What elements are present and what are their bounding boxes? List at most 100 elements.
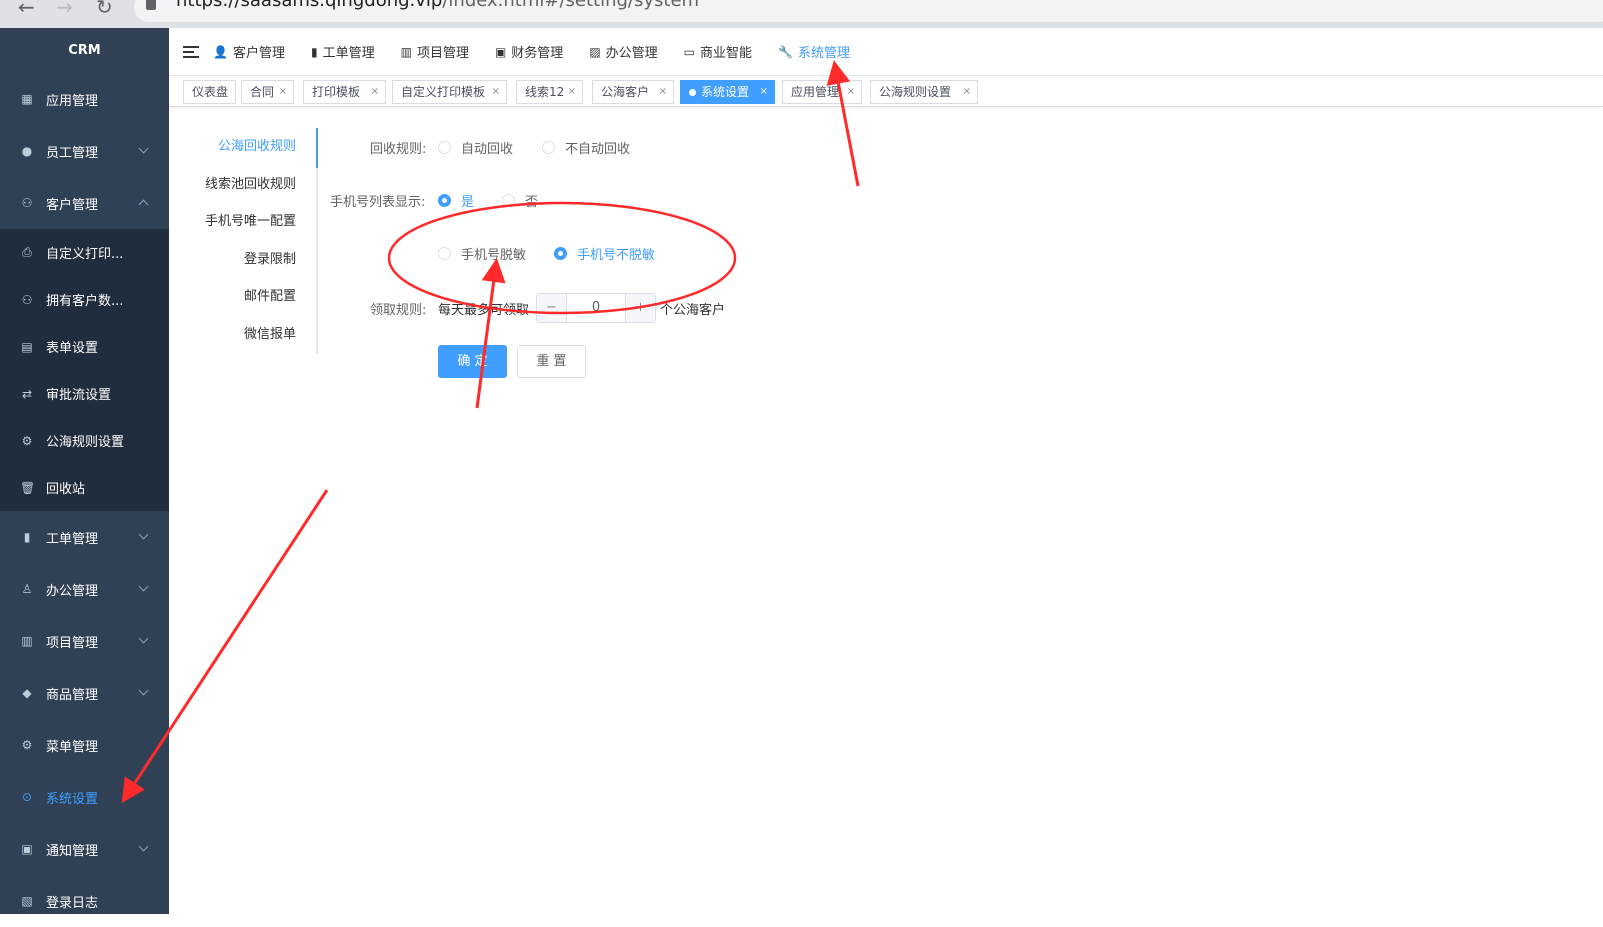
topnav-system[interactable]: 🔧 系统管理 [778,42,850,62]
tag-contract[interactable]: 合同 × [241,80,294,104]
sidebar-item-recycle-bin[interactable]: 🗑 回收站 [0,464,169,511]
bell-icon: ▣ [21,842,33,856]
subnav-login-limit[interactable]: 登录限制 [198,241,316,279]
subnav-mail-config[interactable]: 邮件配置 [198,278,316,316]
topnav-tickets[interactable]: ▮ 工单管理 [311,42,375,62]
sidebar-item-form-settings[interactable]: ▤ 表单设置 [0,323,169,370]
sidebar-item-apps[interactable]: ▦ 应用管理 [0,73,169,125]
decrease-button[interactable]: − [537,294,567,322]
sidebar-item-label: 拥有客户数... [46,294,124,309]
tag-label: 仪表盘 [192,85,229,99]
radio-phone-no[interactable]: 否 [502,191,538,210]
browser-toolbar: ← → ↻ https://saasams.qingdong.vip/index… [0,0,1603,28]
phone-display-label: 手机号列表显示: [330,195,426,210]
sidebar-item-tickets[interactable]: ▮ 工单管理 [0,511,169,563]
topnav-label: 系统管理 [797,46,850,61]
radio-circle [502,194,515,207]
tag-system-settings[interactable]: 系统设置 × [680,80,775,104]
radio-circle [438,141,451,154]
subnav-lead-recycle[interactable]: 线索池回收规则 [198,166,316,204]
users-icon: ⚇ [21,292,33,307]
sidebar-item-label: 客户管理 [46,197,99,213]
active-dot-icon [689,89,696,96]
sidebar-item-system-settings[interactable]: ⊙ 系统设置 [0,771,169,823]
box-icon: ◆ [22,686,32,700]
close-icon[interactable]: × [371,81,379,103]
close-icon[interactable]: × [963,81,971,103]
radio-auto-recycle[interactable]: 自动回收 [438,138,513,157]
address-bar[interactable]: https://saasams.qingdong.vip/index.html#… [134,0,1603,22]
reload-icon[interactable]: ↻ [96,0,113,17]
claim-quantity-stepper[interactable]: − 0 + [536,293,656,323]
back-icon[interactable]: ← [18,0,35,17]
sidebar-item-approval-flow[interactable]: ⇄ 审批流设置 [0,370,169,417]
close-icon[interactable]: × [847,81,855,103]
sidebar-item-pool-rules[interactable]: ⚙ 公海规则设置 [0,417,169,464]
forward-icon[interactable]: → [56,0,73,17]
sidebar-item-projects[interactable]: ▥ 项目管理 [0,615,169,667]
recycle-rule-label: 回收规则: [370,142,427,157]
chevron-down-icon [138,633,149,644]
tag-public-customers[interactable]: 公海客户 × [592,80,674,104]
tag-pool-rules[interactable]: 公海规则设置 × [870,80,978,104]
sidebar-item-products[interactable]: ◆ 商品管理 [0,667,169,719]
claim-quantity-value[interactable]: 0 [567,294,625,322]
topnav-office[interactable]: ▨ 办公管理 [589,42,657,62]
tags-view: 仪表盘 合同 × 打印模板 × 自定义打印模板 × 线索12 × 公海客户 × 系统设置 ×… [169,76,1603,107]
tag-print-template[interactable]: 打印模板 × [303,80,386,104]
sidebar-item-customer-count[interactable]: ⚇ 拥有客户数... [0,276,169,323]
topnav-finance[interactable]: ▣ 财务管理 [495,42,563,62]
topnav-customers[interactable]: 👤 客户管理 [213,42,285,62]
radio-no-auto-recycle[interactable]: 不自动回收 [542,138,630,157]
sidebar-item-staff[interactable]: ● 员工管理 [0,125,169,177]
subnav-wechat-order[interactable]: 微信报单 [198,316,316,354]
sidebar-item-custom-print[interactable]: ⎙ 自定义打印... [0,229,169,276]
sidebar-item-menus[interactable]: ⚙ 菜单管理 [0,719,169,771]
sidebar-item-login-log[interactable]: ▧ 登录日志 [0,875,169,927]
tag-leads[interactable]: 线索12 × [516,80,583,104]
monitor-icon: ▭ [683,44,696,59]
radio-label: 自动回收 [461,142,514,157]
sidebar-item-notifications[interactable]: ▣ 通知管理 [0,823,169,875]
tag-custom-print[interactable]: 自定义打印模板 × [392,80,507,104]
tag-dashboard[interactable]: 仪表盘 [183,80,236,104]
tag-label: 应用管理 [791,85,840,99]
trash-icon: 🗑 [20,480,36,495]
tag-label: 线索12 [525,85,565,99]
close-icon[interactable]: × [760,81,768,103]
sidebar-item-label: 系统设置 [46,791,99,807]
radio-phone-unmasked[interactable]: 手机号不脱敏 [554,244,655,263]
tag-label: 自定义打印模板 [401,85,486,99]
sidebar-item-customers[interactable]: ⚇ 客户管理 [0,177,169,229]
confirm-button[interactable]: 确 定 [438,345,507,378]
clipboard-icon: ▮ [23,530,31,544]
close-icon[interactable]: × [659,81,667,103]
sidebar-item-office[interactable]: ♙ 办公管理 [0,563,169,615]
settings-icon: ⚙ [21,433,33,448]
radio-phone-masked[interactable]: 手机号脱敏 [438,244,526,263]
sidebar-item-label: 菜单管理 [46,739,99,755]
topnav-bi[interactable]: ▭ 商业智能 [683,42,752,62]
stamp-icon: ♙ [21,582,33,596]
close-icon[interactable]: × [492,81,500,103]
radio-circle [438,194,451,207]
subnav-public-recycle[interactable]: 公海回收规则 [198,128,316,166]
user-icon: ● [21,144,33,158]
tag-app-management[interactable]: 应用管理 × [782,80,862,104]
claim-prefix-text: 每天最多可领取 [438,303,530,318]
reset-button[interactable]: 重 置 [517,345,586,378]
radio-phone-yes[interactable]: 是 [438,191,474,210]
subnav-phone-unique[interactable]: 手机号唯一配置 [198,203,316,241]
form-icon: ▤ [21,339,33,354]
sidebar-item-label: 商品管理 [46,687,99,703]
radio-label: 否 [525,195,539,210]
close-icon[interactable]: × [568,81,576,103]
radio-circle [438,247,451,260]
tag-label: 公海规则设置 [879,85,952,99]
increase-button[interactable]: + [625,294,655,322]
close-icon[interactable]: × [279,81,287,103]
menu-toggle-icon[interactable] [183,45,199,58]
sidebar-submenu: ⎙ 自定义打印... ⚇ 拥有客户数... ▤ 表单设置 ⇄ 审批流设置 ⚙ 公… [0,229,169,511]
topnav-projects[interactable]: ▥ 项目管理 [401,42,469,62]
topnav-label: 工单管理 [322,46,375,61]
